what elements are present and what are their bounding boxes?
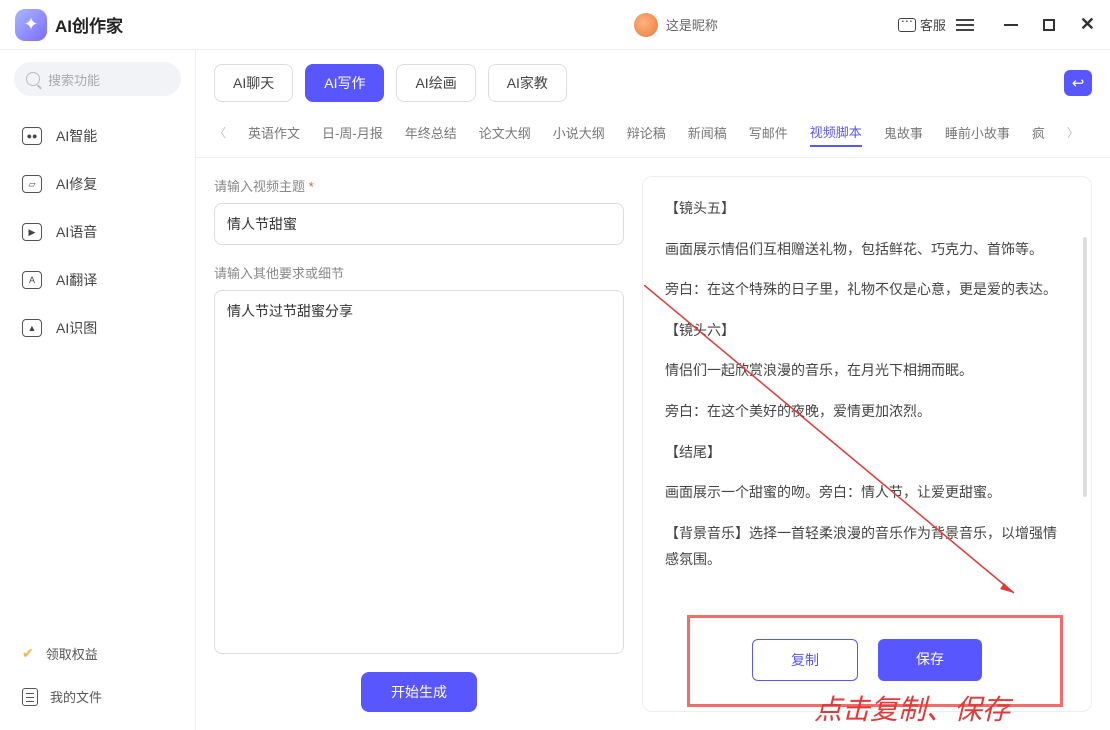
output-line: 【镜头五】 bbox=[665, 195, 1069, 222]
detail-textarea[interactable]: 情人节过节甜蜜分享 bbox=[214, 290, 624, 654]
avatar-icon bbox=[634, 13, 658, 37]
annotation-text: 点击复制、保存 bbox=[814, 688, 1010, 728]
sidebar-item-ai-translate[interactable]: A AI翻译 bbox=[14, 256, 181, 304]
subtab[interactable]: 新闻稿 bbox=[688, 119, 727, 146]
subtab[interactable]: 辩论稿 bbox=[627, 119, 666, 146]
sidebar-item-label: AI翻译 bbox=[56, 270, 97, 290]
vip-label: 领取权益 bbox=[46, 644, 98, 663]
subtab[interactable]: 论文大纲 bbox=[479, 119, 531, 146]
main-tabs: AI聊天 AI写作 AI绘画 AI家教 ↩ bbox=[196, 50, 1110, 110]
tab-tutor[interactable]: AI家教 bbox=[488, 64, 567, 102]
topic-input[interactable]: 情人节甜蜜 bbox=[214, 203, 624, 245]
sidebar-item-ai-repair[interactable]: ▱ AI修复 bbox=[14, 160, 181, 208]
generate-button[interactable]: 开始生成 bbox=[361, 672, 477, 712]
subtab[interactable]: 鬼故事 bbox=[884, 119, 923, 146]
output-buttons: 复制 保存 bbox=[665, 625, 1069, 695]
sidebar-item-ai-smart[interactable]: ●● AI智能 bbox=[14, 112, 181, 160]
window-controls: ✕ bbox=[1004, 14, 1095, 35]
copy-button[interactable]: 复制 bbox=[752, 639, 858, 681]
customer-service-label: 客服 bbox=[920, 15, 946, 34]
output-line: 【背景音乐】选择一首轻柔浪漫的音乐作为背景音乐，以增强情感氛围。 bbox=[665, 520, 1069, 573]
subtabs: 〈 英语作文 日-周-月报 年终总结 论文大纲 小说大纲 辩论稿 新闻稿 写邮件… bbox=[196, 110, 1110, 158]
repair-icon: ▱ bbox=[22, 175, 42, 193]
tab-chat[interactable]: AI聊天 bbox=[214, 64, 293, 102]
topic-label: 请输入视频主题 * bbox=[214, 176, 624, 195]
app-logo-icon: ✦ bbox=[15, 9, 47, 41]
sidebar-vip[interactable]: ✔ 领取权益 bbox=[14, 632, 181, 675]
sidebar-item-label: AI语音 bbox=[56, 222, 97, 242]
search-icon bbox=[26, 72, 40, 86]
sidebar-item-ai-image[interactable]: ▲ AI识图 bbox=[14, 304, 181, 352]
output-text: 【镜头五】 画面展示情侣们互相赠送礼物，包括鲜花、巧克力、首饰等。 旁白：在这个… bbox=[665, 195, 1069, 617]
voice-icon: ▶ bbox=[22, 223, 42, 241]
chat-icon bbox=[898, 18, 916, 32]
scrollbar-icon[interactable] bbox=[1083, 237, 1087, 497]
output-line: 情侣们一起欣赏浪漫的音乐，在月光下相拥而眠。 bbox=[665, 357, 1069, 384]
translate-icon: A bbox=[22, 271, 42, 289]
back-button[interactable]: ↩ bbox=[1064, 70, 1092, 96]
sidebar-item-label: AI识图 bbox=[56, 318, 97, 338]
subtab[interactable]: 年终总结 bbox=[405, 119, 457, 146]
sidebar-item-label: AI修复 bbox=[56, 174, 97, 194]
subtab[interactable]: 日-周-月报 bbox=[322, 119, 383, 146]
smart-icon: ●● bbox=[22, 127, 42, 145]
sidebar-files[interactable]: 我的文件 bbox=[14, 675, 181, 718]
detail-label: 请输入其他要求或细节 bbox=[214, 263, 624, 282]
chevron-left-icon[interactable]: 〈 bbox=[214, 124, 226, 141]
subtab-active[interactable]: 视频脚本 bbox=[810, 118, 862, 147]
subtab[interactable]: 疯 bbox=[1032, 119, 1045, 146]
output-line: 旁白：在这个美好的夜晚，爱情更加浓烈。 bbox=[665, 398, 1069, 425]
main-area: AI聊天 AI写作 AI绘画 AI家教 ↩ 〈 英语作文 日-周-月报 年终总结… bbox=[195, 50, 1110, 730]
sidebar-item-label: AI智能 bbox=[56, 126, 97, 146]
save-button[interactable]: 保存 bbox=[878, 639, 982, 681]
tab-draw[interactable]: AI绘画 bbox=[396, 64, 475, 102]
vip-icon: ✔ bbox=[22, 645, 34, 662]
logo-wrap: ✦ AI创作家 bbox=[15, 9, 123, 41]
output-line: 【结尾】 bbox=[665, 439, 1069, 466]
output-line: 画面展示情侣们互相赠送礼物，包括鲜花、巧克力、首饰等。 bbox=[665, 236, 1069, 263]
subtab[interactable]: 小说大纲 bbox=[553, 119, 605, 146]
sidebar: 搜索功能 ●● AI智能 ▱ AI修复 ▶ AI语音 A AI翻译 ▲ AI识图… bbox=[0, 50, 195, 730]
subtab[interactable]: 写邮件 bbox=[749, 119, 788, 146]
search-placeholder: 搜索功能 bbox=[48, 70, 100, 89]
image-icon: ▲ bbox=[22, 319, 42, 337]
sidebar-item-ai-voice[interactable]: ▶ AI语音 bbox=[14, 208, 181, 256]
input-panel: 请输入视频主题 * 情人节甜蜜 请输入其他要求或细节 情人节过节甜蜜分享 开始生… bbox=[214, 176, 624, 712]
files-label: 我的文件 bbox=[50, 687, 102, 706]
user-nickname: 这是昵称 bbox=[666, 15, 718, 34]
close-icon[interactable]: ✕ bbox=[1080, 14, 1095, 35]
output-line: 画面展示一个甜蜜的吻。旁白：情人节，让爱更甜蜜。 bbox=[665, 479, 1069, 506]
subtab[interactable]: 睡前小故事 bbox=[945, 119, 1010, 146]
content: 请输入视频主题 * 情人节甜蜜 请输入其他要求或细节 情人节过节甜蜜分享 开始生… bbox=[196, 158, 1110, 730]
file-icon bbox=[22, 688, 38, 706]
menu-icon[interactable] bbox=[956, 19, 974, 31]
app-title: AI创作家 bbox=[55, 12, 123, 37]
output-line: 【镜头六】 bbox=[665, 317, 1069, 344]
maximize-icon[interactable] bbox=[1043, 19, 1055, 31]
minimize-icon[interactable] bbox=[1004, 24, 1018, 26]
titlebar: ✦ AI创作家 这是昵称 客服 ✕ bbox=[0, 0, 1110, 50]
output-panel: 【镜头五】 画面展示情侣们互相赠送礼物，包括鲜花、巧克力、首饰等。 旁白：在这个… bbox=[642, 176, 1092, 712]
user-info[interactable]: 这是昵称 bbox=[634, 13, 718, 37]
tab-write[interactable]: AI写作 bbox=[305, 64, 384, 102]
search-input[interactable]: 搜索功能 bbox=[14, 62, 181, 96]
output-line: 旁白：在这个特殊的日子里，礼物不仅是心意，更是爱的表达。 bbox=[665, 276, 1069, 303]
chevron-right-icon[interactable]: 〉 bbox=[1067, 124, 1079, 141]
customer-service-button[interactable]: 客服 bbox=[898, 15, 946, 34]
subtab[interactable]: 英语作文 bbox=[248, 119, 300, 146]
